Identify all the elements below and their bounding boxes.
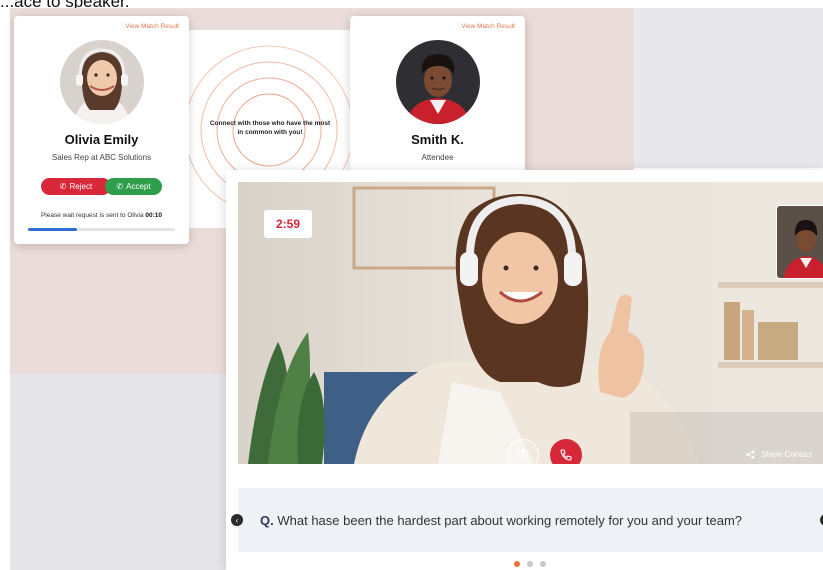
self-view-thumbnail[interactable] xyxy=(776,205,823,279)
video-frame xyxy=(238,182,823,464)
avatar xyxy=(396,40,480,124)
video-feed: 2:59 Share Contact xyxy=(238,182,823,464)
share-contact-label: Share Contact xyxy=(761,450,813,459)
question-prefix: Q. xyxy=(260,512,274,528)
carousel-dots xyxy=(514,561,546,567)
view-match-result-link[interactable]: View Match Result xyxy=(461,23,515,30)
request-progress-fill xyxy=(28,228,77,231)
reject-button[interactable]: ✆ Reject xyxy=(41,178,111,195)
phone-icon: ✆ xyxy=(116,182,124,191)
mute-button[interactable] xyxy=(507,439,539,464)
carousel-dot[interactable] xyxy=(514,561,520,567)
accept-button[interactable]: ✆ Accept xyxy=(105,178,162,195)
wait-status: Please wait request is sent to Olivia 00… xyxy=(14,212,189,219)
end-call-icon xyxy=(560,449,572,461)
request-progress-bar xyxy=(28,228,175,231)
question-panel: Q. What hase been the hardest part about… xyxy=(238,488,823,552)
share-contact-button[interactable]: Share Contact xyxy=(746,450,812,459)
carousel-dot[interactable] xyxy=(527,561,533,567)
microphone-icon xyxy=(518,449,528,461)
person-name: Olivia Emily xyxy=(64,132,139,147)
person-role: Sales Rep at ABC Solutions xyxy=(51,153,152,162)
question-text: Q. What hase been the hardest part about… xyxy=(260,513,742,528)
connect-message: Connect with those who have the most in … xyxy=(209,120,331,136)
reject-label: Reject xyxy=(69,182,93,191)
call-timer: 2:59 xyxy=(264,210,312,238)
carousel-dot[interactable] xyxy=(540,561,546,567)
accept-label: Accept xyxy=(126,182,151,191)
video-call-card: 2:59 Share Contact Q. What hase been the… xyxy=(226,170,823,570)
background-panel-bottom xyxy=(10,374,240,570)
person-role: Attendee xyxy=(421,153,454,162)
background-panel-right xyxy=(634,8,823,168)
person-name: Smith K. xyxy=(411,132,464,147)
countdown: 00:10 xyxy=(145,212,163,219)
share-icon xyxy=(746,450,755,459)
wait-message: Please wait request is sent to Olivia xyxy=(40,212,144,219)
end-call-button[interactable] xyxy=(550,439,582,464)
question-body: What hase been the hardest part about wo… xyxy=(277,512,743,528)
match-card-smith: View Match Result Smith K. Attendee xyxy=(350,16,525,176)
avatar xyxy=(60,40,144,124)
phone-icon: ✆ xyxy=(59,182,67,191)
match-card-olivia: View Match Result Olivia Emily Sales Rep… xyxy=(14,16,189,244)
view-match-result-link[interactable]: View Match Result xyxy=(125,23,179,30)
previous-question-arrow-icon[interactable]: ‹ xyxy=(231,514,243,526)
